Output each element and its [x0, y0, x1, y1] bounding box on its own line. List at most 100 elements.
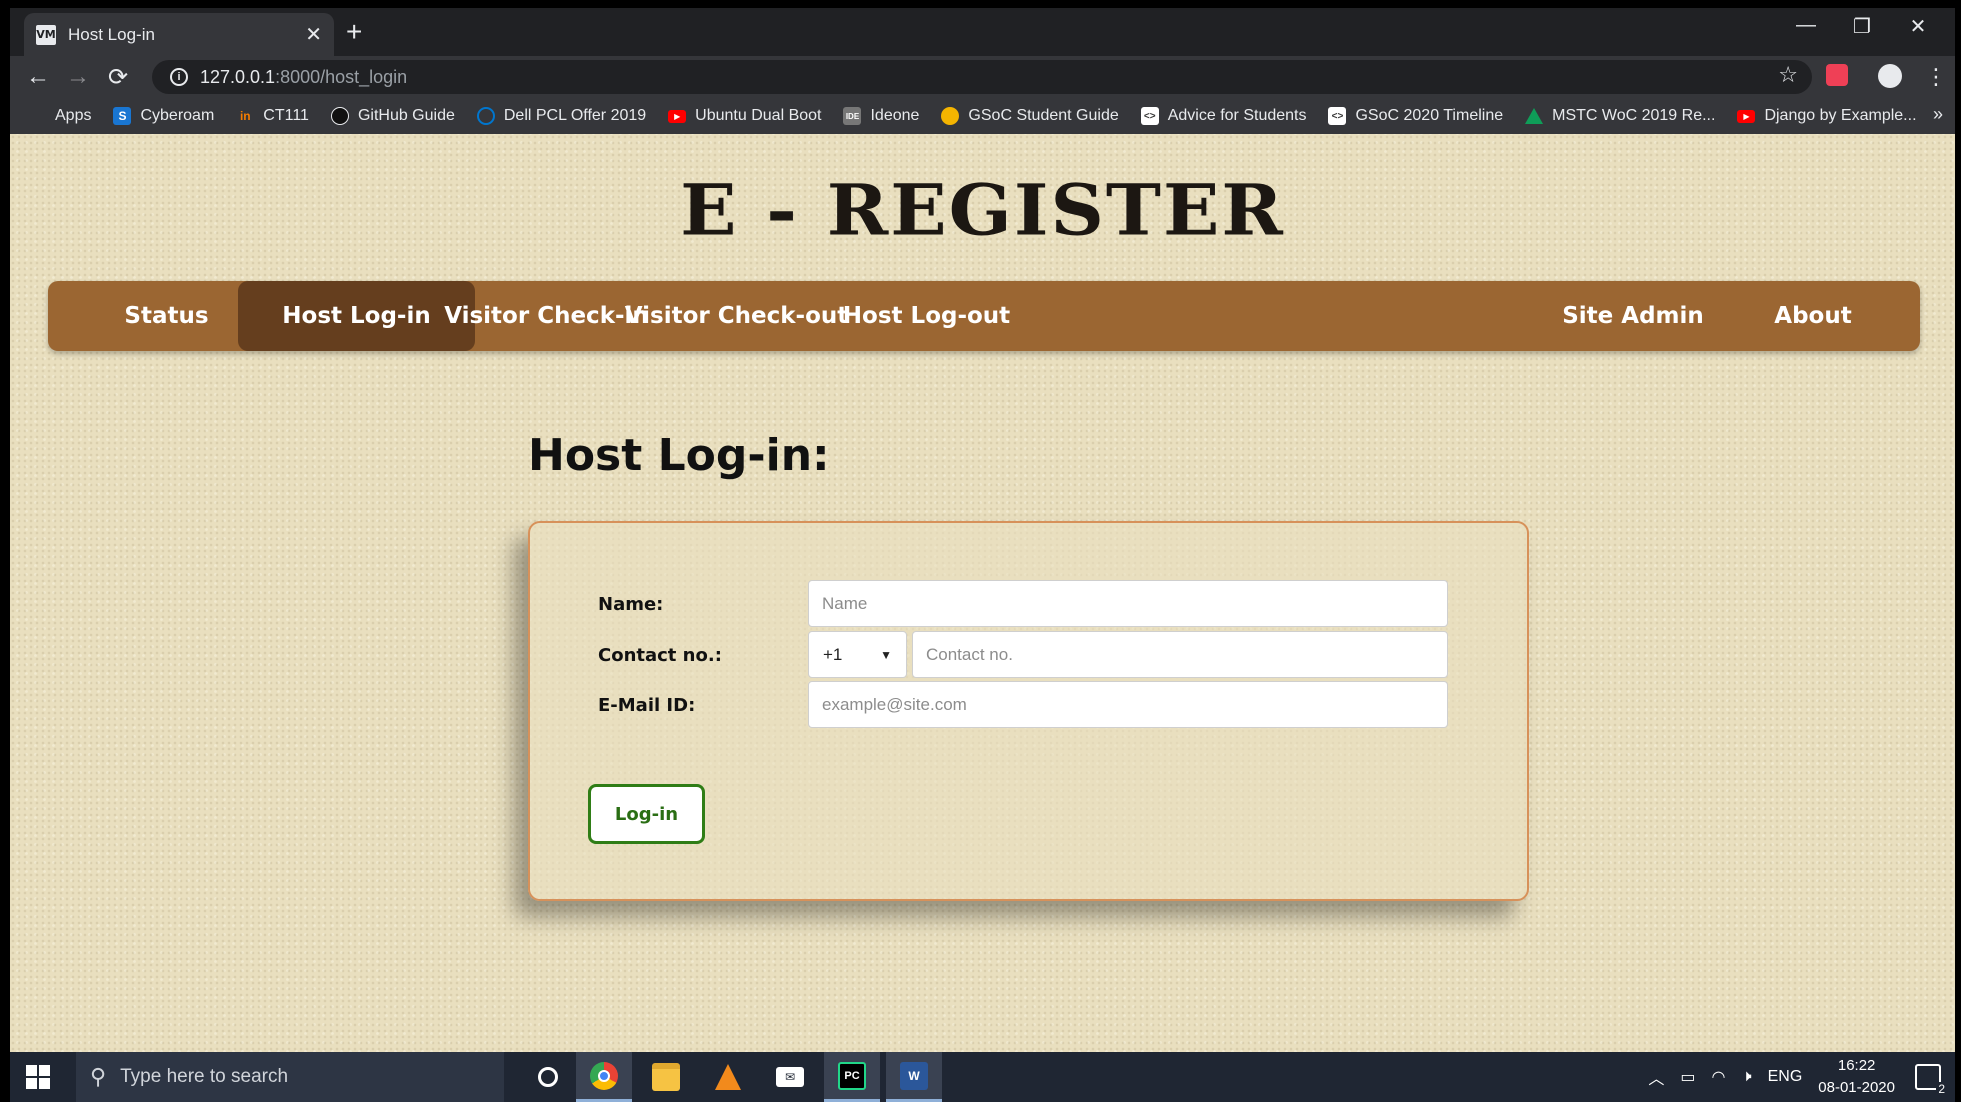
bookmark-github-guide[interactable]: GitHub Guide [330, 107, 455, 125]
bookmark-label: Ideone [870, 107, 920, 124]
browser-toolbar: ← → ⟳ i 127.0.0.1:8000/host_login ☆ ⋮ [10, 56, 1955, 98]
chrome-icon[interactable] [576, 1052, 632, 1102]
clock-time: 16:22 [1837, 1057, 1876, 1074]
volume-muted-icon[interactable]: 🕨 [1742, 1068, 1752, 1086]
bookmark-label: GSoC Student Guide [968, 107, 1119, 124]
email-label: E-Mail ID: [598, 695, 696, 716]
nav-about[interactable]: About [1723, 281, 1903, 351]
name-label: Name: [598, 594, 664, 615]
youtube-icon: ▶ [1737, 109, 1756, 123]
nav-host-logout[interactable]: Host Log-out [808, 281, 1045, 351]
google-drive-icon [1525, 108, 1544, 124]
window-restore-button[interactable]: ❐ [1842, 14, 1882, 39]
taskbar-search[interactable]: ⚲ Type here to search [76, 1052, 504, 1102]
web-page: E - REGISTER Status Host Log-in Visitor … [10, 134, 1955, 1052]
taskbar-clock[interactable]: 16:22 08-01-2020 [1818, 1055, 1895, 1099]
bookmark-label: GitHub Guide [357, 107, 455, 124]
cortana-icon[interactable] [520, 1052, 576, 1102]
bookmarks-overflow-icon[interactable]: » [1933, 104, 1943, 125]
browser-tab[interactable]: VM Host Log-in ✕ [24, 13, 334, 56]
url-host: 127.0.0.1 [200, 66, 276, 87]
youtube-icon: ▶ [668, 109, 687, 123]
new-tab-button[interactable]: + [346, 16, 362, 48]
tab-title: Host Log-in [68, 24, 155, 44]
country-code-value: +1 [823, 644, 843, 664]
url-path: :8000/host_login [275, 66, 408, 87]
bookmark-label: Apps [55, 107, 92, 124]
cyberoam-icon: S [113, 107, 132, 125]
battery-icon[interactable]: ▭ [1680, 1067, 1695, 1087]
page-title: Host Log-in: [528, 430, 830, 481]
bookmark-django-by-example[interactable]: ▶ Django by Example... [1737, 107, 1917, 125]
site-info-icon[interactable]: i [170, 68, 188, 86]
bookmark-dell-pcl[interactable]: Dell PCL Offer 2019 [476, 107, 647, 125]
bookmark-label: CT111 [263, 107, 309, 124]
taskbar-search-placeholder: Type here to search [120, 1066, 289, 1087]
back-button[interactable]: ← [18, 63, 58, 91]
bookmark-label: Ubuntu Dual Boot [695, 107, 822, 124]
mail-icon[interactable]: ✉ [762, 1052, 818, 1102]
bookmark-ideone[interactable]: IDE Ideone [843, 107, 919, 125]
bookmark-mstc-woc[interactable]: MSTC WoC 2019 Re... [1525, 107, 1715, 125]
notification-count: 2 [1936, 1082, 1947, 1096]
window-close-button[interactable]: ✕ [1898, 14, 1938, 39]
pycharm-icon[interactable]: PC [824, 1052, 880, 1102]
address-bar[interactable]: i 127.0.0.1:8000/host_login ☆ [152, 60, 1812, 94]
windows-start-icon[interactable] [26, 1065, 50, 1089]
ct111-icon: in [239, 109, 251, 123]
bookmark-label: Django by Example... [1764, 107, 1917, 124]
search-icon: ⚲ [90, 1064, 107, 1089]
pocket-extension-icon[interactable] [1826, 64, 1848, 86]
code-icon: <> [1328, 107, 1347, 125]
nav-site-admin[interactable]: Site Admin [1528, 281, 1738, 351]
window-minimize-button[interactable]: — [1786, 14, 1826, 37]
wifi-icon[interactable]: ◠ [1712, 1067, 1726, 1087]
chevron-up-icon[interactable]: ︿ [1648, 1065, 1664, 1089]
bookmark-label: GSoC 2020 Timeline [1355, 107, 1504, 124]
reload-button[interactable]: ⟳ [98, 63, 138, 92]
name-input[interactable] [808, 580, 1448, 627]
bookmarks-bar: Apps S Cyberoam in CT111 GitHub Guide Dell… [10, 98, 1955, 134]
github-icon [330, 107, 349, 125]
email-input[interactable] [808, 681, 1448, 728]
bookmark-gsoc-2020-timeline[interactable]: <> GSoC 2020 Timeline [1328, 107, 1503, 125]
site-favicon-icon: VM [36, 24, 56, 45]
bookmark-star-icon[interactable]: ☆ [1778, 62, 1798, 88]
screen: VM Host Log-in ✕ + — ❐ ✕ ← → ⟳ i 127.0.0… [0, 0, 1961, 1102]
browser-tab-bar: VM Host Log-in ✕ + — ❐ ✕ [10, 8, 1955, 56]
bookmark-label: Dell PCL Offer 2019 [503, 107, 647, 124]
notification-center-icon[interactable]: 2 [1915, 1064, 1947, 1096]
vlc-icon[interactable] [700, 1052, 756, 1102]
site-logo: E - REGISTER [680, 170, 1285, 252]
contact-input[interactable] [912, 631, 1448, 678]
bookmark-label: Cyberoam [140, 107, 215, 124]
bookmark-label: Advice for Students [1167, 107, 1307, 124]
bookmark-ct111[interactable]: in CT111 [236, 107, 309, 125]
dell-icon [476, 107, 495, 125]
contact-label: Contact no.: [598, 645, 722, 666]
country-code-select[interactable]: +1 ▼ [808, 631, 907, 678]
bookmark-apps[interactable]: Apps [30, 107, 91, 125]
word-icon[interactable]: W [886, 1052, 942, 1102]
login-button[interactable]: Log-in [588, 784, 705, 844]
host-login-form: Name: Contact no.: +1 ▼ E-Mail ID: Log-i… [528, 521, 1529, 901]
gsoc-icon [941, 107, 960, 125]
bookmark-cyberoam[interactable]: S Cyberoam [113, 107, 214, 125]
ideone-icon: IDE [843, 107, 862, 125]
chrome-menu-icon[interactable]: ⋮ [1925, 64, 1947, 90]
forward-button[interactable]: → [58, 63, 98, 91]
apps-grid-icon [30, 108, 46, 124]
bookmark-ubuntu-dual-boot[interactable]: ▶ Ubuntu Dual Boot [668, 107, 821, 125]
bookmark-label: MSTC WoC 2019 Re... [1552, 107, 1716, 124]
system-tray: ︿ ▭ ◠ 🕨 ENG 16:22 08-01-2020 [1648, 1052, 1895, 1102]
language-indicator[interactable]: ENG [1768, 1068, 1803, 1086]
profile-avatar-icon[interactable] [1878, 64, 1902, 88]
chevron-down-icon: ▼ [880, 647, 892, 662]
code-icon: <> [1140, 107, 1159, 125]
file-explorer-icon[interactable] [638, 1052, 694, 1102]
tab-close-icon[interactable]: ✕ [305, 22, 322, 47]
main-navbar: Status Host Log-in Visitor Check-in Visi… [48, 281, 1920, 351]
bookmark-gsoc-student-guide[interactable]: GSoC Student Guide [941, 107, 1119, 125]
bookmark-advice-for-students[interactable]: <> Advice for Students [1140, 107, 1307, 125]
clock-date: 08-01-2020 [1818, 1079, 1895, 1096]
